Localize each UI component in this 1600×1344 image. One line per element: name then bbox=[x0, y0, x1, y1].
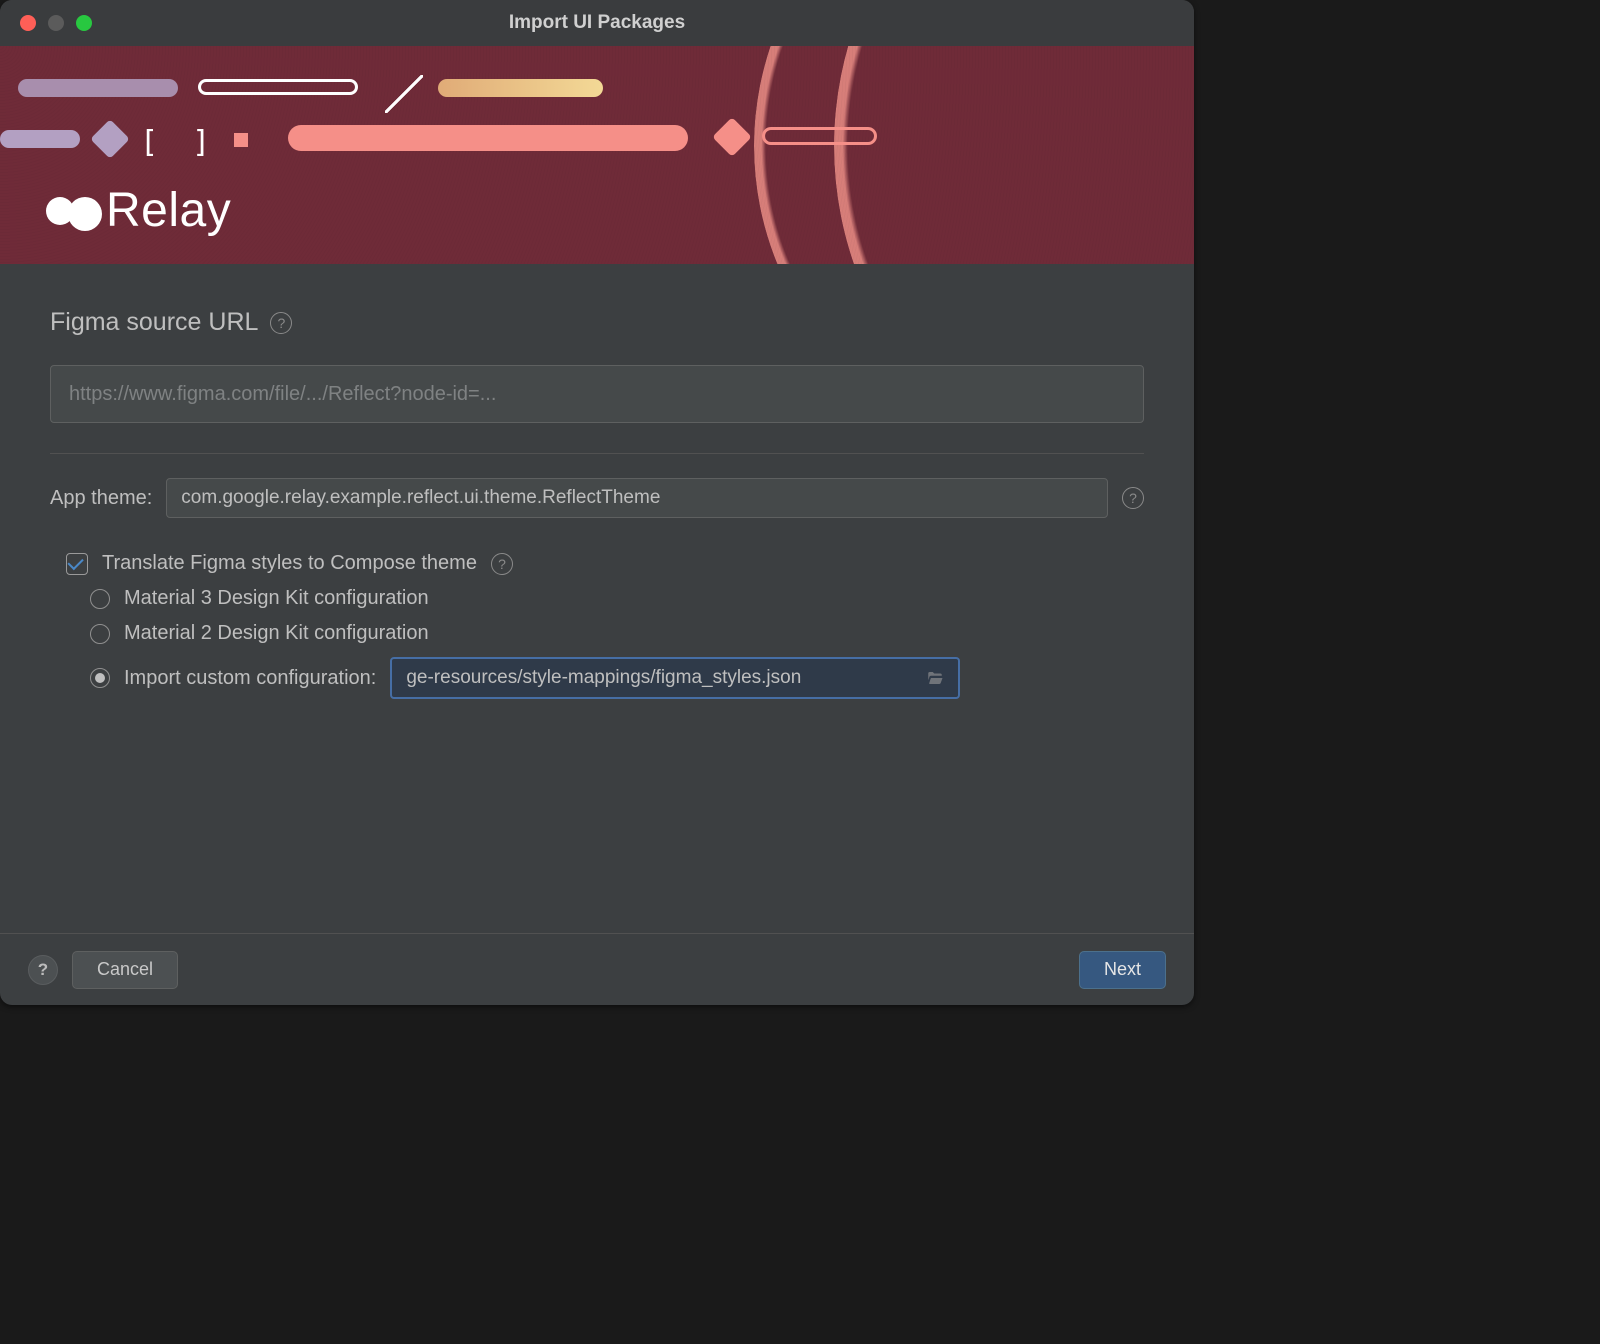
window-controls bbox=[0, 15, 92, 31]
figma-url-input[interactable] bbox=[50, 365, 1144, 423]
custom-config-path-field[interactable] bbox=[390, 657, 960, 699]
banner-ornament bbox=[198, 79, 358, 95]
banner-ornament bbox=[90, 119, 130, 159]
zoom-icon[interactable] bbox=[76, 15, 92, 31]
dialog-footer: ? Cancel Next bbox=[0, 933, 1194, 1005]
cancel-button[interactable]: Cancel bbox=[72, 951, 178, 989]
relay-logo: Relay bbox=[46, 183, 231, 238]
relay-logo-icon bbox=[46, 194, 100, 228]
close-icon[interactable] bbox=[20, 15, 36, 31]
config-option-m3[interactable]: Material 3 Design Kit configuration bbox=[60, 581, 1144, 616]
translate-styles-row[interactable]: Translate Figma styles to Compose theme … bbox=[60, 546, 1144, 581]
radio-custom-label: Import custom configuration: bbox=[124, 667, 376, 690]
titlebar: Import UI Packages bbox=[0, 0, 1194, 46]
translate-styles-checkbox[interactable] bbox=[66, 553, 88, 575]
banner-ornament bbox=[438, 79, 603, 97]
banner-ornament bbox=[234, 133, 248, 147]
help-icon[interactable]: ? bbox=[491, 553, 513, 575]
window-title: Import UI Packages bbox=[0, 12, 1194, 34]
help-button[interactable]: ? bbox=[28, 955, 58, 985]
banner-ornament bbox=[754, 46, 1194, 264]
dialog-window: Import UI Packages [ ] Relay Figma sourc… bbox=[0, 0, 1194, 1005]
banner-ornament bbox=[288, 125, 688, 151]
app-theme-row: App theme: ? bbox=[50, 478, 1144, 518]
banner-ornament: [ ] bbox=[140, 125, 218, 160]
banner-ornament bbox=[385, 75, 423, 113]
theme-translation-group: Translate Figma styles to Compose theme … bbox=[60, 546, 1144, 705]
relay-wordmark: Relay bbox=[106, 183, 231, 238]
next-button[interactable]: Next bbox=[1079, 951, 1166, 989]
help-icon[interactable]: ? bbox=[270, 312, 292, 334]
divider bbox=[50, 453, 1144, 454]
banner-ornament bbox=[18, 79, 178, 97]
config-option-custom[interactable]: Import custom configuration: bbox=[60, 651, 1144, 705]
help-icon[interactable]: ? bbox=[1122, 487, 1144, 509]
banner: [ ] Relay bbox=[0, 46, 1194, 264]
banner-ornament bbox=[762, 127, 877, 145]
banner-ornament bbox=[712, 117, 752, 157]
form-body: Figma source URL ? App theme: ? Translat… bbox=[0, 264, 1194, 705]
folder-open-icon[interactable] bbox=[924, 669, 946, 687]
translate-styles-label: Translate Figma styles to Compose theme bbox=[102, 552, 477, 575]
radio-m2-label: Material 2 Design Kit configuration bbox=[124, 622, 429, 645]
banner-ornament bbox=[0, 130, 80, 148]
custom-config-path-input[interactable] bbox=[404, 666, 914, 690]
app-theme-label: App theme: bbox=[50, 487, 152, 510]
radio-m3[interactable] bbox=[90, 589, 110, 609]
figma-url-label-row: Figma source URL ? bbox=[50, 308, 1144, 337]
config-option-m2[interactable]: Material 2 Design Kit configuration bbox=[60, 616, 1144, 651]
figma-url-label: Figma source URL bbox=[50, 308, 258, 337]
app-theme-input[interactable] bbox=[166, 478, 1108, 518]
radio-m2[interactable] bbox=[90, 624, 110, 644]
minimize-icon[interactable] bbox=[48, 15, 64, 31]
radio-custom[interactable] bbox=[90, 668, 110, 688]
radio-m3-label: Material 3 Design Kit configuration bbox=[124, 587, 429, 610]
